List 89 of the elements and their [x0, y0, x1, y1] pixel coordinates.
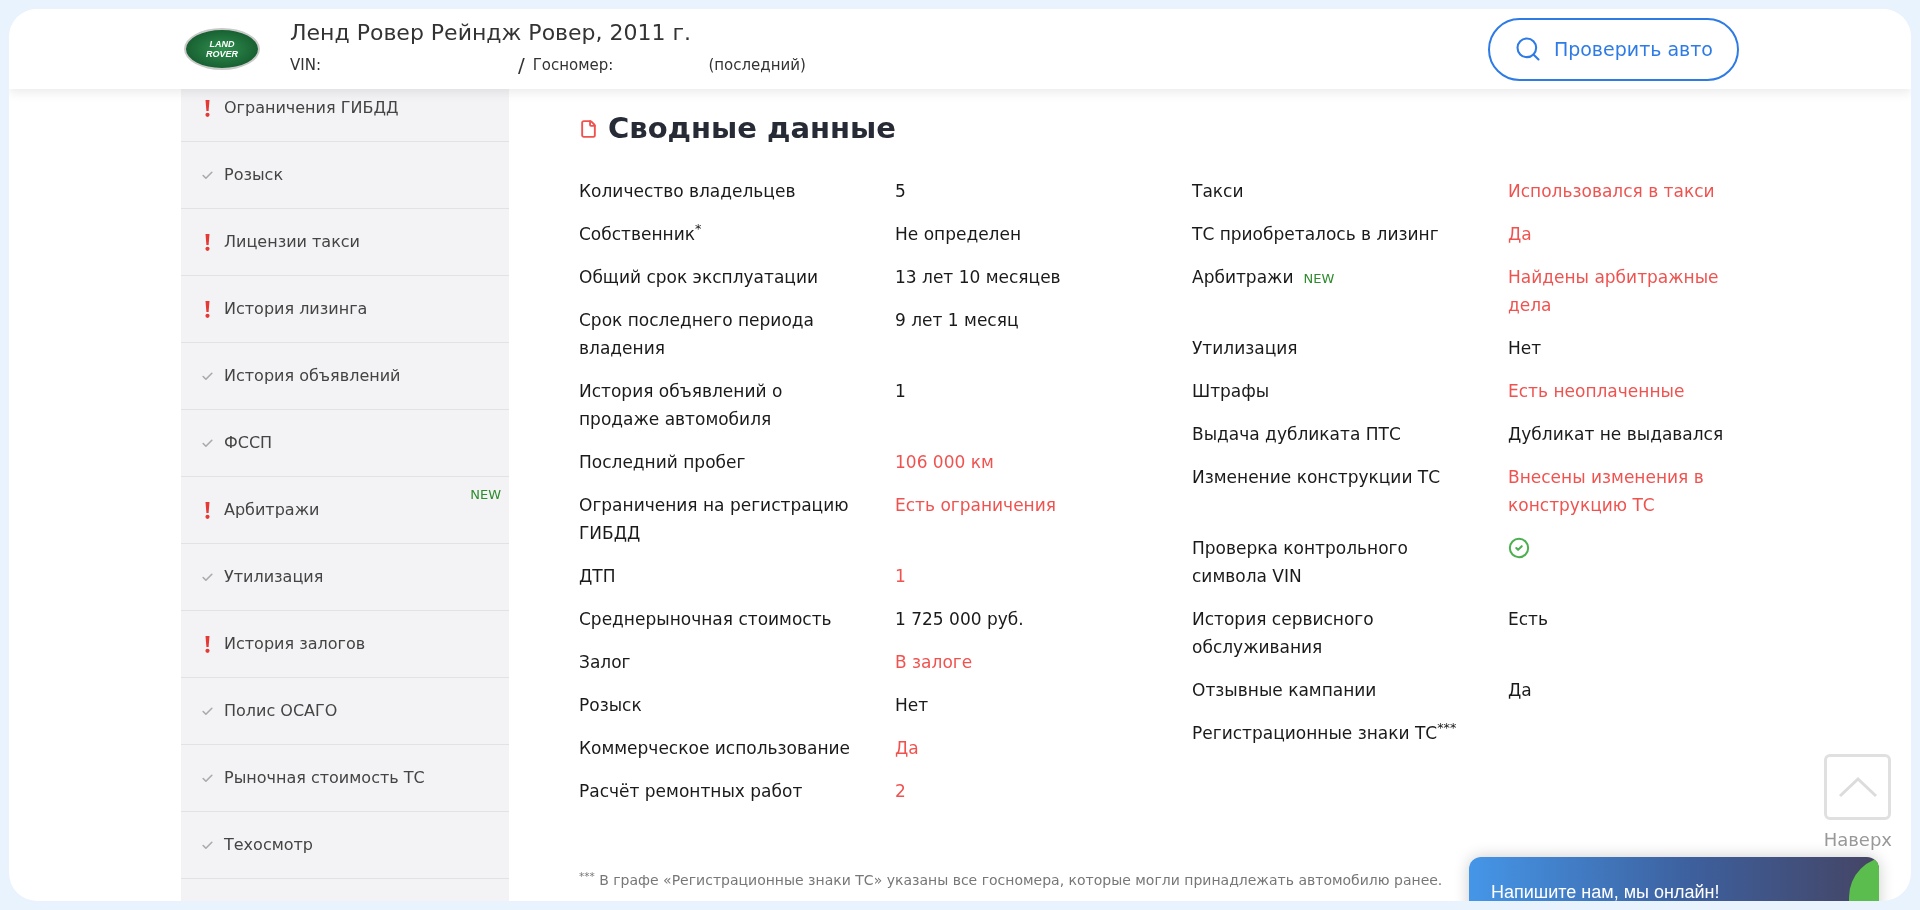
- plate-note: (последний): [708, 54, 806, 76]
- sidebar-label: История объявлений: [224, 365, 401, 387]
- logo-text: ROVER: [206, 49, 238, 59]
- sidebar-item[interactable]: Розыск: [181, 142, 509, 209]
- label-text: Среднерыночная стоимость: [579, 608, 832, 629]
- label-text: Ограничения на регистрацию ГИБДД: [579, 494, 849, 543]
- sidebar-item[interactable]: Лицензии такси: [181, 209, 509, 276]
- value-text: Нет: [895, 694, 929, 715]
- label-text: История объявлений о продаже автомобиля: [579, 380, 783, 429]
- label-text: Утилизация: [1192, 337, 1298, 358]
- scroll-top-button[interactable]: [1824, 754, 1892, 820]
- label-text: ДТП: [579, 565, 616, 586]
- value-text: В залоге: [895, 651, 973, 672]
- value-text: 5: [895, 180, 906, 201]
- value-text: Есть: [1508, 608, 1548, 629]
- label-text: История сервисного обслуживания: [1192, 608, 1374, 657]
- sidebar-item[interactable]: История объявлений: [181, 343, 509, 410]
- new-label: NEW: [470, 486, 501, 504]
- label-text: Коммерческое использование: [579, 737, 851, 758]
- value-text: 1: [895, 380, 906, 401]
- label-text: Проверка контрольного символа VIN: [1192, 537, 1408, 586]
- label-text: Розыск: [579, 694, 642, 715]
- sidebar-label: Ограничения ГИБДД: [224, 97, 399, 119]
- sidebar-label: Лицензии такси: [224, 231, 360, 253]
- sidebar-item[interactable]: История залогов: [181, 611, 509, 678]
- value-text: 106 000 км: [895, 451, 994, 472]
- new-label: NEW: [1303, 270, 1335, 286]
- sidebar-item[interactable]: Полис ОСАГО: [181, 678, 509, 745]
- label-text: Выдача дубликата ПТС: [1192, 423, 1401, 444]
- value-text: Использовался в такси: [1508, 180, 1715, 201]
- sidebar-label: Рыночная стоимость ТС: [224, 767, 425, 789]
- sidebar-label: Полис ОСАГО: [224, 700, 338, 722]
- sidebar-label: История залогов: [224, 633, 366, 655]
- value-text: 1: [895, 565, 906, 586]
- value-text: Дубликат не выдавался: [1508, 423, 1724, 444]
- label-text: Такси: [1192, 180, 1244, 201]
- value-text: 13 лет 10 месяцев: [895, 266, 1061, 287]
- label-text: Расчёт ремонтных работ: [579, 780, 803, 801]
- section-title: Сводные данные: [608, 110, 896, 147]
- label-text: Последний пробег: [579, 451, 746, 472]
- sidebar-label: ФССП: [224, 432, 273, 454]
- value-text: 1 725 000 руб.: [895, 608, 1024, 629]
- value-text: Есть неоплаченные: [1508, 380, 1685, 401]
- label-text: Залог: [579, 651, 631, 672]
- chat-widget[interactable]: Напишите нам, мы онлайн!: [1469, 857, 1879, 901]
- sidebar-label: Арбитражи: [224, 499, 320, 521]
- value-text: Да: [1508, 223, 1532, 244]
- value-text: 9 лет 1 месяц: [895, 309, 1019, 330]
- sidebar-label: История лизинга: [224, 298, 368, 320]
- value-text: Да: [895, 737, 919, 758]
- label-text: Арбитражи: [1192, 266, 1294, 287]
- value-text: Найдены арбитражные дела: [1508, 266, 1719, 315]
- chat-text: Напишите нам, мы онлайн!: [1491, 881, 1720, 901]
- search-icon: [1513, 35, 1542, 63]
- sidebar-item[interactable]: Рыночная стоимость ТС: [181, 745, 509, 812]
- check-car-button[interactable]: Проверить авто: [1487, 17, 1739, 81]
- sidebar-item[interactable]: ФССП: [181, 410, 509, 477]
- sidebar-item[interactable]: Ограничения ГИБДД: [181, 89, 509, 142]
- sidebar-item[interactable]: Арбитражи NEW: [181, 477, 509, 544]
- label-text: Общий срок эксплуатации: [579, 266, 818, 287]
- logo-text: LAND: [209, 39, 235, 49]
- check-circle-icon: [1508, 536, 1530, 559]
- value-text: Да: [1508, 679, 1532, 700]
- sidebar-label: Розыск: [224, 164, 284, 186]
- label-text: Срок последнего периода владения: [579, 309, 814, 358]
- scroll-top-label: Наверх: [1823, 828, 1892, 852]
- sidebar-item[interactable]: История лизинга: [181, 276, 509, 343]
- sidebar-label: Утилизация: [224, 566, 324, 588]
- sidebar-label: Техосмотр: [224, 834, 313, 856]
- plate-label: Госномер:: [532, 54, 614, 76]
- label-text: Собственник$^{*}$: [579, 223, 702, 244]
- separator-text: /: [517, 52, 525, 79]
- value-text: Не определен: [895, 223, 1022, 244]
- chevron-up-icon: [1837, 776, 1878, 798]
- sidebar-item[interactable]: Техосмотр: [181, 812, 509, 879]
- value-text: Внесены изменения в конструкцию ТС: [1508, 466, 1704, 515]
- document-icon: [579, 117, 598, 140]
- label-text: Штрафы: [1192, 380, 1270, 401]
- sidebar-item[interactable]: Утилизация: [181, 544, 509, 611]
- car-title: Ленд Ровер Рейндж Ровер, 2011 г.: [290, 19, 693, 47]
- value-text: 2: [895, 780, 906, 801]
- value-text: Есть ограничения: [895, 494, 1056, 515]
- label-text: Регистрационные знаки ТС$^{***}$: [1192, 722, 1457, 743]
- label-text: Отзывные кампании: [1192, 679, 1377, 700]
- label-text: Количество владельцев: [579, 180, 796, 201]
- label-text: ТС приобреталось в лизинг: [1192, 223, 1439, 244]
- value-text: Нет: [1508, 337, 1542, 358]
- vin-label: VIN:: [290, 54, 321, 76]
- label-text: Изменение конструкции ТС: [1192, 466, 1441, 487]
